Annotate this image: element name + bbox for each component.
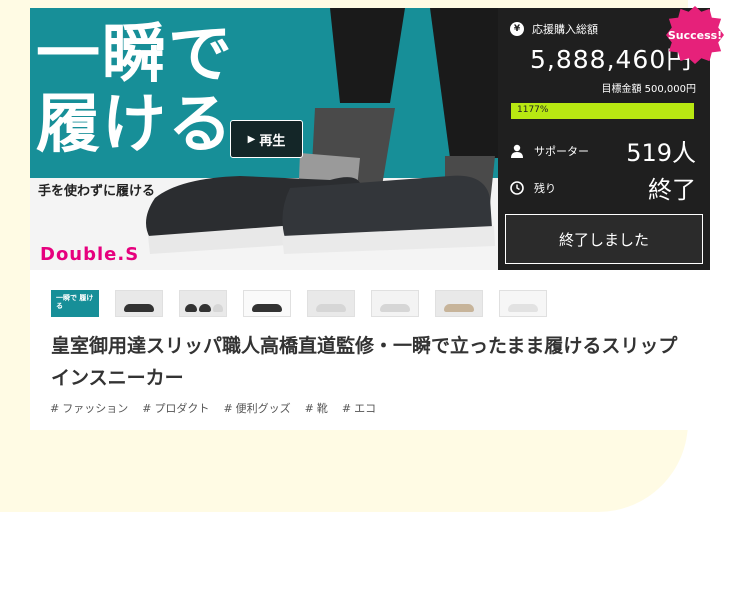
hero-video[interactable]: 一瞬で 履ける 手を使わずに履ける Double.S ▶ 再生	[30, 8, 498, 270]
supporters-value: 519人	[626, 139, 696, 167]
thumbnail-strip: 一瞬で 履ける	[51, 290, 547, 317]
project-title: 皇室御用達スリッパ職人高橋直道監修・一瞬で立ったまま履けるスリップインスニーカー	[51, 335, 678, 389]
tag-eco[interactable]: # エコ	[342, 400, 376, 416]
thumbnail-8[interactable]	[499, 290, 547, 317]
tag-list: # ファッション # プロダクト # 便利グッズ # 靴 # エコ	[50, 400, 376, 416]
total-label-row: ¥ 応援購入総額	[510, 21, 598, 37]
thumbnail-6[interactable]	[371, 290, 419, 317]
remaining-label: 残り	[534, 181, 556, 195]
total-label: 応援購入総額	[532, 23, 598, 36]
goal-line: 目標金額 500,000円	[601, 80, 696, 95]
supporters-row: サポーター 519人	[510, 133, 696, 168]
progress-text: 1177%	[517, 105, 549, 115]
tag-fashion[interactable]: # ファッション	[50, 400, 128, 416]
thumbnail-caption: 一瞬で 履ける	[56, 294, 94, 310]
thumbnail-3[interactable]	[179, 290, 227, 317]
play-icon: ▶	[247, 133, 256, 145]
thumbnail-4[interactable]	[243, 290, 291, 317]
progress-bar: 1177%	[511, 103, 694, 119]
thumbnail-5[interactable]	[307, 290, 355, 317]
tag-shoes[interactable]: # 靴	[305, 400, 328, 416]
user-icon	[511, 144, 523, 158]
total-amount: 5,888,460円	[530, 45, 693, 74]
thumbnail-1[interactable]: 一瞬で 履ける	[51, 290, 99, 317]
brand-logo: Double.S	[40, 244, 140, 265]
remaining-value: 終了	[648, 176, 696, 204]
supporters-label: サポーター	[534, 144, 589, 158]
goal-label: 目標金額	[601, 84, 642, 95]
tag-useful-goods[interactable]: # 便利グッズ	[223, 400, 290, 416]
goal-amount: 500,000円	[644, 84, 696, 95]
thumbnail-2[interactable]	[115, 290, 163, 317]
remaining-row: 残り 終了	[510, 170, 696, 205]
project-card: 一瞬で 履ける 手を使わずに履ける Double.S ▶ 再生 Success!…	[30, 6, 724, 430]
tag-product[interactable]: # プロダクト	[142, 400, 209, 416]
play-label: 再生	[259, 133, 286, 149]
thumbnail-7[interactable]	[435, 290, 483, 317]
hero-subline: 手を使わずに履ける	[38, 184, 156, 199]
yen-icon: ¥	[510, 22, 524, 36]
hero-headline-line1: 一瞬で	[36, 18, 234, 92]
hero-headline-line2: 履ける	[36, 88, 234, 162]
clock-icon	[510, 180, 524, 195]
ended-button[interactable]: 終了しました	[505, 214, 703, 264]
play-button[interactable]: ▶ 再生	[230, 120, 303, 158]
hero-headline: 一瞬で 履ける	[36, 20, 234, 160]
